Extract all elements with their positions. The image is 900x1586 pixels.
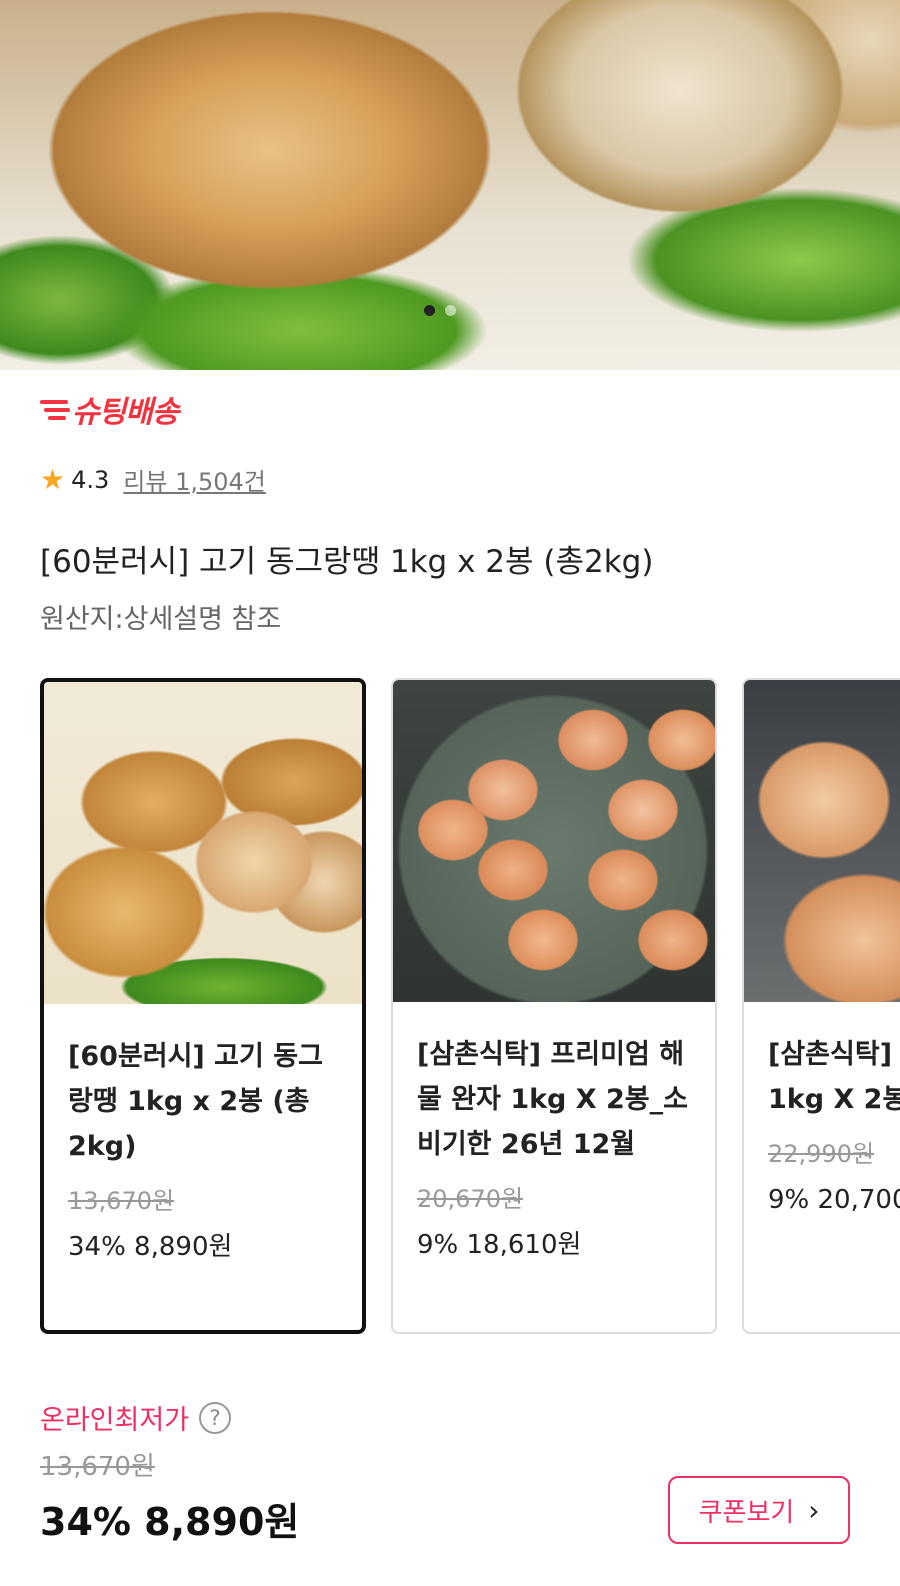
option-card-selected[interactable]: [60분러시] 고기 동그랑땡 1kg x 2봉 (총2kg) 13,670원 … bbox=[40, 678, 366, 1334]
star-icon: ★ bbox=[40, 463, 66, 496]
option-card-image bbox=[393, 680, 715, 1002]
original-price: 13,670원 bbox=[40, 1452, 155, 1482]
option-card-price: 9% 20,700원 bbox=[768, 1185, 900, 1215]
option-card-original-price: 22,990원 bbox=[768, 1140, 875, 1168]
view-coupon-label: 쿠폰보기 bbox=[698, 1497, 795, 1528]
help-icon[interactable]: ? bbox=[199, 1401, 232, 1434]
product-hero-image[interactable] bbox=[0, 0, 900, 370]
option-card[interactable]: [삼촌식탁] 동그랑땡 1kg X 2봉 (총2kg) 22,990원 9% 2… bbox=[742, 678, 900, 1334]
carousel-dot-active[interactable] bbox=[424, 305, 435, 316]
option-card-price: 9% 18,610원 bbox=[417, 1230, 582, 1260]
option-card-original-price: 20,670원 bbox=[417, 1185, 524, 1213]
lowest-price-label: 온라인최저가 bbox=[40, 1405, 190, 1436]
option-card-price: 34% 8,890원 bbox=[68, 1232, 233, 1262]
chevron-right-icon: › bbox=[808, 1493, 820, 1527]
option-card-name: [삼촌식탁] 동그랑땡 1kg X 2봉 (총2kg) bbox=[768, 1039, 900, 1115]
review-count-link[interactable]: 리뷰 1,504건 bbox=[123, 462, 266, 497]
option-card-name: [60분러시] 고기 동그랑땡 1kg x 2봉 (총2kg) bbox=[68, 1041, 323, 1162]
product-origin: 원산지:상세설명 참조 bbox=[40, 604, 282, 635]
final-price: 34% 8,890원 bbox=[40, 1500, 300, 1544]
option-card-name: [삼촌식탁] 프리미엄 해물 완자 1kg X 2봉_소비기한 26년 12월 bbox=[417, 1039, 688, 1160]
shooting-delivery-logo: 슈팅배송 bbox=[40, 388, 179, 430]
speed-lines-icon bbox=[40, 400, 70, 420]
product-title: [60분러시] 고기 동그랑땡 1kg x 2봉 (총2kg) bbox=[40, 544, 654, 580]
rating-row: ★ 4.3 리뷰 1,504건 bbox=[40, 462, 266, 497]
view-coupon-button[interactable]: 쿠폰보기 › bbox=[668, 1476, 850, 1544]
option-card-original-price: 13,670원 bbox=[68, 1187, 175, 1215]
shooting-delivery-text: 슈팅배송 bbox=[72, 395, 179, 430]
option-card[interactable]: [삼촌식탁] 프리미엄 해물 완자 1kg X 2봉_소비기한 26년 12월 … bbox=[391, 678, 717, 1334]
carousel-indicator bbox=[424, 305, 456, 316]
product-option-carousel[interactable]: [60분러시] 고기 동그랑땡 1kg x 2봉 (총2kg) 13,670원 … bbox=[40, 678, 900, 1338]
option-card-image bbox=[744, 680, 900, 1002]
option-card-image bbox=[44, 682, 362, 1004]
lowest-price-label-row: 온라인최저가 ? bbox=[40, 1398, 232, 1437]
rating-score: 4.3 bbox=[71, 465, 110, 494]
carousel-dot[interactable] bbox=[445, 305, 456, 316]
